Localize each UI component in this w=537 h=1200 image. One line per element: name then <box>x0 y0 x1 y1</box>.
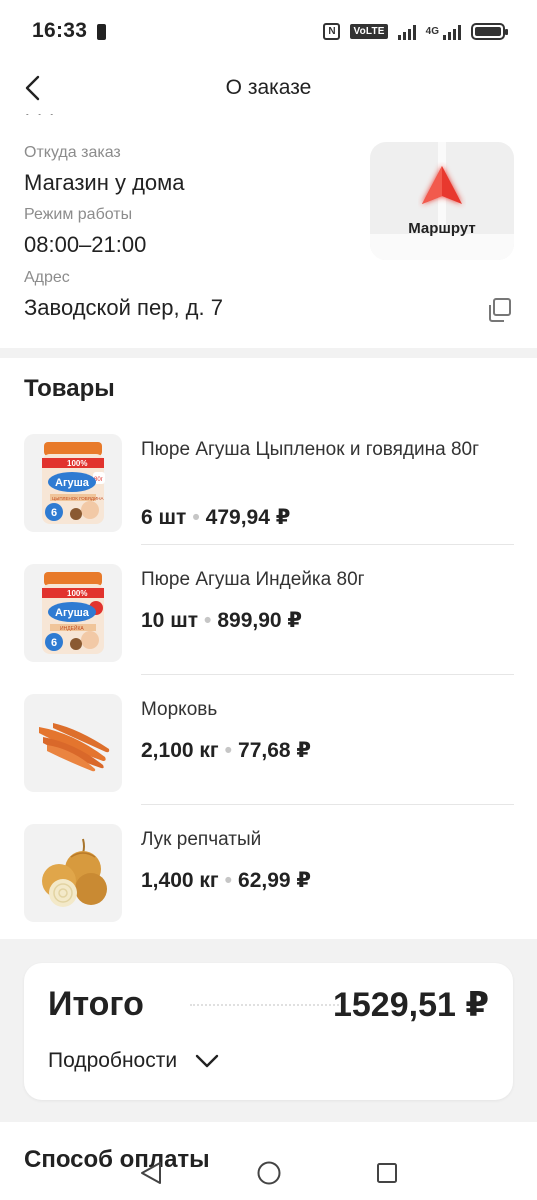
product-name: Лук репчатый <box>141 829 262 850</box>
address-label: Адрес <box>24 269 70 286</box>
product-item[interactable]: Лук репчатый 1,400 кг • 62,99 ₽ <box>24 824 514 954</box>
nav-recents-button[interactable] <box>371 1157 403 1189</box>
store-name-cut: · · · <box>24 114 55 125</box>
product-quantity: 2,100 кг <box>141 739 219 762</box>
hours-label: Режим работы <box>24 206 133 223</box>
product-name: Пюре Агуша Цыпленок и говядина 80г <box>141 439 480 460</box>
product-item[interactable]: 100% Агуша ИНДЕЙКА 6 Пюре Агуша Индейка … <box>24 564 514 694</box>
address-value: Заводской пер, д. 7 <box>24 295 223 320</box>
triangle-back-icon <box>140 1162 161 1184</box>
baby-puree-jar-image: 100% 80г Агуша ЦЫПЛЕНОК ГОВЯДИНА 6 <box>42 442 105 524</box>
jar-brand: Агуша <box>55 477 90 489</box>
product-name: Морковь <box>141 699 218 720</box>
product-quantity: 10 шт <box>141 609 198 632</box>
product-image: 100% 80г Агуша ЦЫПЛЕНОК ГОВЯДИНА 6 <box>24 434 122 532</box>
section-divider <box>0 348 537 358</box>
details-label: Подробности <box>48 1049 178 1072</box>
total-card: Итого 1529,51 ₽ Подробности <box>24 963 513 1100</box>
product-price: 479,94 ₽ <box>205 506 291 529</box>
dotted-leader <box>190 1004 339 1006</box>
product-price: 77,68 ₽ <box>238 739 312 762</box>
product-meta: 2,100 кг • 77,68 ₽ <box>141 738 311 763</box>
square-recents-icon <box>376 1163 397 1183</box>
nfc-icon: N <box>323 22 341 40</box>
nav-home-button[interactable] <box>253 1157 285 1189</box>
page-title: О заказе <box>225 76 312 99</box>
jar-age: 6 <box>51 507 57 519</box>
product-image <box>24 824 122 922</box>
navigation-arrow-icon <box>422 166 462 204</box>
item-divider <box>141 544 514 545</box>
battery-saver-icon <box>97 24 107 40</box>
baby-puree-jar-image: 100% Агуша ИНДЕЙКА 6 <box>42 572 104 654</box>
details-toggle[interactable]: Подробности <box>48 1049 219 1073</box>
circle-home-icon <box>257 1161 280 1185</box>
copy-icon <box>489 298 511 322</box>
product-price: 62,99 ₽ <box>238 869 312 892</box>
product-item[interactable]: Морковь 2,100 кг • 77,68 ₽ <box>24 694 514 824</box>
product-meta: 1,400 кг • 62,99 ₽ <box>141 868 311 893</box>
separator-dot: • <box>192 506 200 529</box>
product-quantity: 1,400 кг <box>141 869 219 892</box>
separator-dot: • <box>203 609 212 632</box>
status-bar: 16:33 N VoLTE 4G <box>0 0 537 62</box>
route-button[interactable]: Маршрут <box>370 142 514 260</box>
separator-dot: • <box>224 869 233 892</box>
signal-icon <box>397 23 416 40</box>
products-title: Товары <box>24 375 115 402</box>
product-price: 899,90 ₽ <box>217 609 303 632</box>
product-quantity: 6 шт <box>141 506 187 529</box>
item-divider <box>141 804 514 805</box>
product-name: Пюре Агуша Индейка 80г <box>141 569 365 590</box>
separator-dot: • <box>224 739 233 762</box>
status-icons: N VoLTE 4G <box>323 22 508 40</box>
battery-icon <box>471 22 508 40</box>
app-header: О заказе <box>0 62 537 114</box>
jar-age: 6 <box>51 637 57 649</box>
source-value: Магазин у дома <box>24 170 185 195</box>
back-button[interactable] <box>18 72 46 104</box>
signal-icon-2 <box>443 23 461 40</box>
system-nav-bar <box>0 1146 537 1200</box>
volte-icon: VoLTE <box>350 23 388 39</box>
jar-flavor: ИНДЕЙКА <box>60 624 84 632</box>
source-label: Откуда заказ <box>24 144 121 161</box>
jar-brand: Агуша <box>55 607 90 619</box>
copy-address-button[interactable] <box>485 296 513 324</box>
jar-flavor: ЦЫПЛЕНОК ГОВЯДИНА <box>52 496 103 501</box>
network-type-label: 4G <box>425 25 439 37</box>
jar-badge: 100% <box>67 459 87 468</box>
product-image <box>24 694 122 792</box>
status-time: 16:33 <box>32 19 88 42</box>
onions-image <box>42 838 107 907</box>
product-item[interactable]: 100% 80г Агуша ЦЫПЛЕНОК ГОВЯДИНА 6 Пюре … <box>24 434 514 564</box>
route-label: Маршрут <box>408 220 476 237</box>
store-info-section: · · · Откуда заказ Магазин у дома Режим … <box>0 114 537 348</box>
product-meta: 6 шт • 479,94 ₽ <box>141 505 290 530</box>
product-image: 100% Агуша ИНДЕЙКА 6 <box>24 564 122 662</box>
total-value: 1529,51 ₽ <box>332 986 489 1024</box>
total-label: Итого <box>48 985 144 1023</box>
carrots-image <box>39 723 110 772</box>
nav-back-button[interactable] <box>135 1157 167 1189</box>
hours-value: 08:00–21:00 <box>24 232 147 257</box>
chevron-left-icon <box>25 75 40 101</box>
jar-badge: 100% <box>67 589 87 598</box>
chevron-down-icon <box>195 1054 219 1068</box>
map-road <box>370 234 514 260</box>
item-divider <box>141 674 514 675</box>
product-meta: 10 шт • 899,90 ₽ <box>141 608 302 633</box>
